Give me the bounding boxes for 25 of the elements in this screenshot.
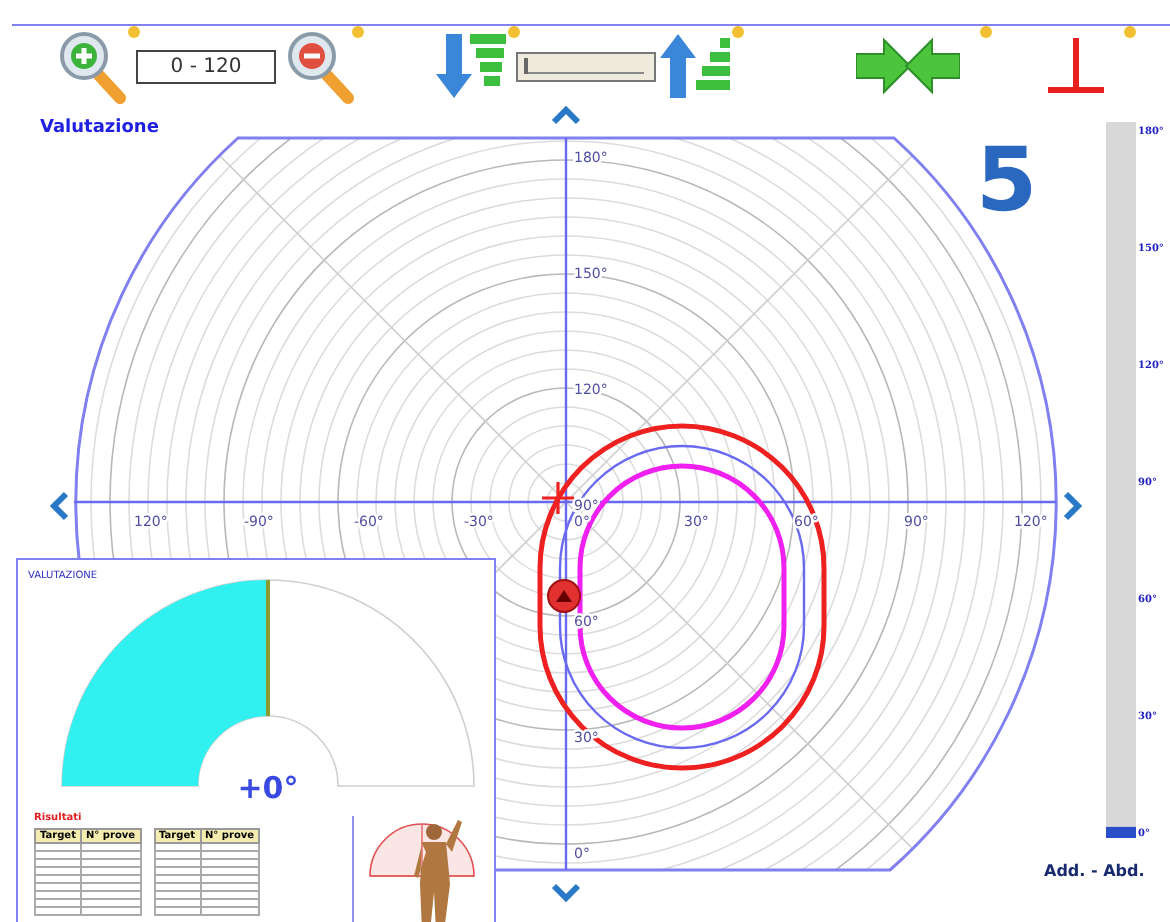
gauge-reading: +0° [237, 770, 299, 806]
perpendicular-icon[interactable] [1044, 36, 1108, 96]
indicator-dot [128, 26, 140, 38]
down-chevron-icon[interactable] [551, 883, 581, 903]
indicator-dot [1124, 26, 1136, 38]
indicator-dot [732, 26, 744, 38]
left-chevron-icon[interactable] [49, 491, 69, 521]
indicator-dot [980, 26, 992, 38]
section-label: Valutazione [40, 118, 159, 138]
zoom-in-icon[interactable] [56, 28, 128, 104]
up-chevron-icon[interactable] [551, 106, 581, 125]
increase-arrow-icon[interactable] [660, 30, 736, 102]
decrease-arrow-icon[interactable] [436, 30, 512, 102]
right-chevron-icon[interactable] [1063, 491, 1083, 521]
range-field[interactable]: 0 - 120 [136, 49, 276, 83]
scale-caption: Add. - Abd. [1044, 862, 1145, 880]
repetition-count: 5 [976, 130, 1038, 232]
speed-slider[interactable] [516, 51, 656, 81]
gauge-needle [266, 580, 270, 716]
indicator-dot [508, 26, 520, 38]
position-marker-icon[interactable] [547, 579, 581, 613]
converging-arrows-icon[interactable] [856, 36, 960, 96]
indicator-dot [352, 26, 364, 38]
crosshair-icon [540, 480, 576, 516]
zoom-out-icon[interactable] [284, 28, 356, 104]
